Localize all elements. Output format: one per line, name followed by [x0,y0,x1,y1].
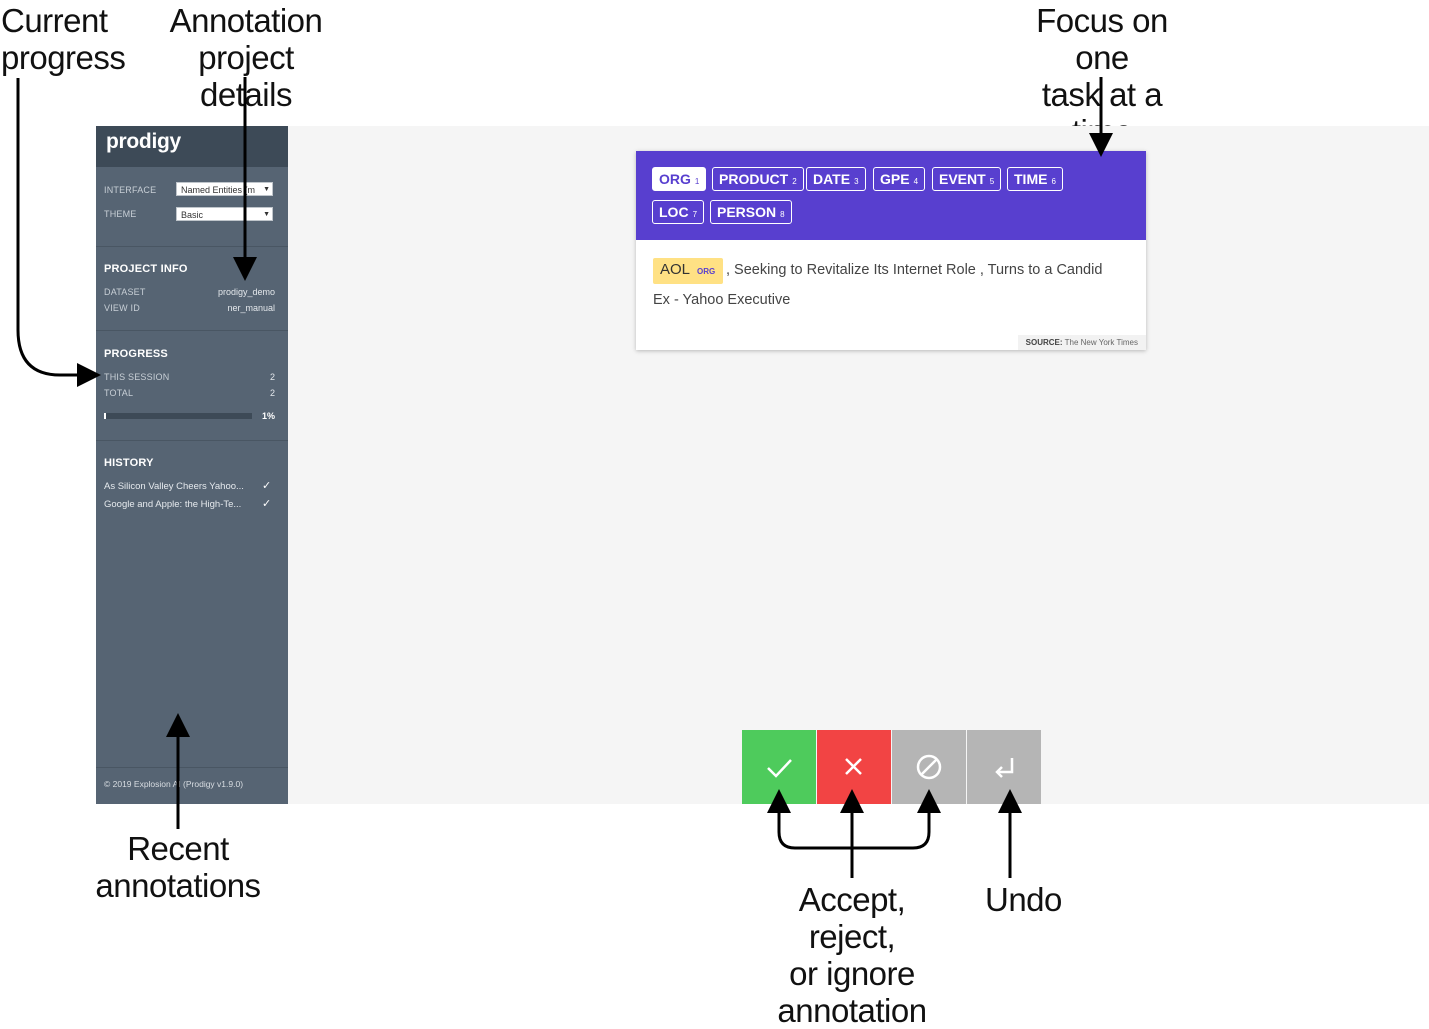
arrow-accept-bracket [777,800,931,878]
callout-arrows [16,77,1113,878]
arrow-current-progress [16,78,101,387]
